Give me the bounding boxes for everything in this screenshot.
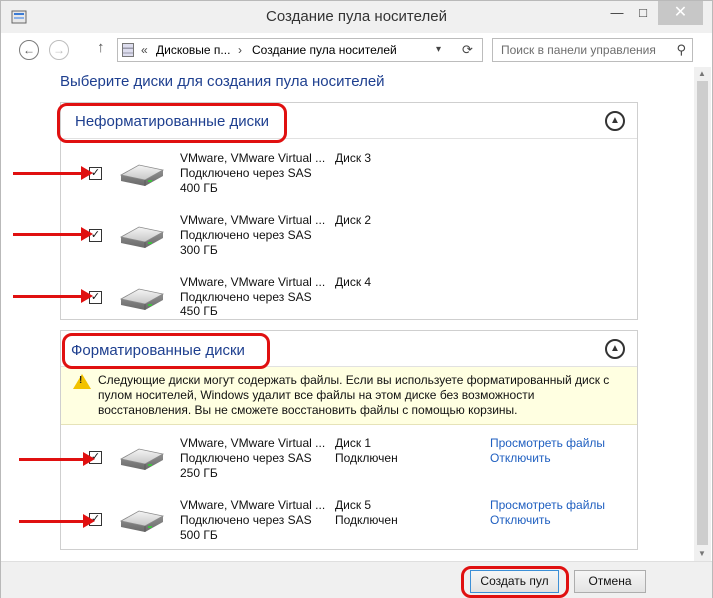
collapse-unformatted-icon[interactable]: ▲ (605, 111, 625, 131)
annotation-arrow (13, 289, 93, 303)
disk-number: Диск 1 (335, 436, 372, 450)
disk-row-3[interactable]: ✓ VMware, VMware Virtual ... Подключено … (61, 147, 637, 209)
breadcrumb-storage-spaces[interactable]: Дисковые п... (156, 39, 230, 61)
disk-connection: Подключено через SAS (180, 451, 312, 465)
breadcrumb-overflow[interactable]: « (141, 39, 148, 61)
back-button[interactable]: ← (19, 40, 39, 60)
disk-number: Диск 3 (335, 151, 372, 165)
disk-size: 300 ГБ (180, 243, 218, 257)
hard-drive-icon (117, 223, 167, 249)
view-files-link[interactable]: Просмотреть файлы (490, 436, 605, 450)
view-files-link[interactable]: Просмотреть файлы (490, 498, 605, 512)
annotation-arrow (19, 514, 95, 528)
disk-number: Диск 4 (335, 275, 372, 289)
scroll-up-icon[interactable]: ▲ (698, 69, 706, 78)
disk-row-1[interactable]: ✓ VMware, VMware Virtual ... Подключено … (61, 429, 637, 491)
disk-connection: Подключено через SAS (180, 166, 312, 180)
scroll-down-icon[interactable]: ▼ (698, 549, 706, 558)
storage-pool-window: Создание пула носителей — □ ✕ ← → ↑ « Ди… (0, 0, 713, 598)
maximize-button[interactable]: □ (628, 1, 658, 25)
address-dropdown-icon[interactable]: ▾ (436, 39, 441, 61)
search-placeholder: Поиск в панели управления (501, 43, 656, 57)
hard-drive-icon (117, 445, 167, 471)
annotation-arrow (19, 452, 95, 466)
page-heading: Выберите диски для создания пула носител… (60, 73, 385, 90)
disk-connection: Подключено через SAS (180, 290, 312, 304)
disk-status: Подключен (335, 451, 398, 465)
warning-text: Следующие диски могут содержать файлы. Е… (98, 373, 610, 417)
disk-size: 500 ГБ (180, 528, 218, 542)
disk-name: VMware, VMware Virtual ... (180, 498, 326, 512)
vertical-scrollbar[interactable]: ▲ ▼ (694, 67, 711, 561)
disk-connection: Подключено через SAS (180, 228, 312, 242)
scroll-thumb[interactable] (697, 81, 708, 545)
hard-drive-icon (117, 507, 167, 533)
annotation-arrow (13, 227, 93, 241)
disk-name: VMware, VMware Virtual ... (180, 213, 326, 227)
cancel-button[interactable]: Отмена (574, 570, 646, 593)
warning-icon-mark: ! (79, 375, 83, 386)
forward-button[interactable]: → (49, 40, 69, 60)
breadcrumb-create-pool[interactable]: Создание пула носителей (252, 39, 397, 61)
disk-name: VMware, VMware Virtual ... (180, 275, 326, 289)
search-input[interactable]: Поиск в панели управления ⚲ (492, 38, 693, 62)
disk-number: Диск 5 (335, 498, 372, 512)
hard-drive-icon (117, 161, 167, 187)
annotation-highlight-create (461, 566, 569, 598)
disk-row-5[interactable]: ✓ VMware, VMware Virtual ... Подключено … (61, 491, 637, 549)
disconnect-link[interactable]: Отключить (490, 451, 551, 465)
search-icon[interactable]: ⚲ (676, 39, 686, 61)
refresh-icon[interactable]: ⟳ (462, 39, 473, 61)
dialog-footer: Создать пул Отмена (1, 561, 712, 598)
disk-name: VMware, VMware Virtual ... (180, 436, 326, 450)
disconnect-link[interactable]: Отключить (490, 513, 551, 527)
up-button[interactable]: ↑ (97, 39, 105, 56)
disk-size: 450 ГБ (180, 304, 218, 318)
disk-row-2[interactable]: ✓ VMware, VMware Virtual ... Подключено … (61, 209, 637, 271)
annotation-arrow (13, 166, 93, 180)
title-bar: Создание пула носителей — □ ✕ (1, 1, 712, 33)
disk-row-4[interactable]: ✓ VMware, VMware Virtual ... Подключено … (61, 271, 637, 319)
warning-banner: ! Следующие диски могут содержать файлы.… (61, 367, 637, 425)
annotation-highlight-unformatted (57, 103, 287, 143)
address-bar[interactable]: « Дисковые п... › Создание пула носителе… (117, 38, 483, 62)
disk-name: VMware, VMware Virtual ... (180, 151, 326, 165)
navigation-bar: ← → ↑ « Дисковые п... › Создание пула но… (1, 35, 712, 65)
close-button[interactable]: ✕ (658, 1, 703, 25)
hard-drive-icon (117, 285, 167, 311)
breadcrumb-separator-icon: › (238, 43, 242, 57)
disk-size: 250 ГБ (180, 466, 218, 480)
disk-size: 400 ГБ (180, 181, 218, 195)
disk-status: Подключен (335, 513, 398, 527)
disk-number: Диск 2 (335, 213, 372, 227)
annotation-highlight-formatted (62, 333, 270, 369)
disk-connection: Подключено через SAS (180, 513, 312, 527)
control-panel-small-icon (122, 43, 134, 57)
collapse-formatted-icon[interactable]: ▲ (605, 339, 625, 359)
